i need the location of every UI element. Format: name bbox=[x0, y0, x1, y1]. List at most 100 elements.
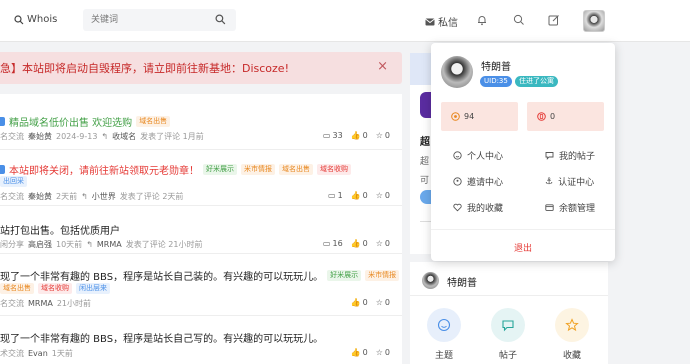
menu-item-verify[interactable]: ⚓ 认证中心 bbox=[545, 175, 595, 189]
post-title[interactable]: 精品域名低价出售 欢迎选购 bbox=[9, 114, 132, 129]
reply-icon: ↰ bbox=[81, 192, 88, 201]
reply-icon: ↰ bbox=[86, 240, 93, 249]
post-title[interactable]: 本站即将关闭，请前往新站领取元老勋章！ bbox=[9, 162, 199, 177]
post-author[interactable]: 高启强 bbox=[28, 239, 52, 250]
tag[interactable]: 域名出售 bbox=[279, 164, 313, 175]
comment-icon: ▭ bbox=[322, 131, 331, 140]
edit-icon[interactable] bbox=[548, 14, 560, 26]
list-item[interactable]: 站打包出售。包括优质用户 闲分享 高启强 10天前 ↰ MRMA 发表了评论 2… bbox=[0, 206, 402, 254]
menu-item-my-posts[interactable]: 我的帖子 bbox=[545, 149, 595, 162]
post-meta: 术交流 Evan 1天前 bbox=[0, 348, 73, 359]
favorite-count[interactable]: ☆ 0 bbox=[376, 348, 390, 357]
tag[interactable]: 米市情报 bbox=[365, 270, 400, 281]
list-item[interactable]: 精品域名低价出售 欢迎选购 域名出售 名交流 秦始黄 2024-9-13 ↰ 收… bbox=[0, 94, 402, 150]
favorite-count[interactable]: ☆ 0 bbox=[376, 191, 390, 200]
close-icon[interactable]: × bbox=[377, 59, 388, 74]
post-title-row: 现了一个非常有趣的 BBS，程序是站长自己写的。有兴趣的可以玩玩儿。 bbox=[0, 330, 323, 345]
private-message-link[interactable]: 私信 bbox=[425, 14, 458, 29]
like-count[interactable]: 👍 0 bbox=[351, 131, 368, 140]
search-icon[interactable] bbox=[215, 14, 226, 25]
post-category[interactable]: 闲分享 bbox=[0, 239, 24, 250]
menu-item-favorites[interactable]: 我的收藏 bbox=[453, 201, 503, 214]
reply-icon: ↰ bbox=[101, 132, 109, 141]
search-input[interactable] bbox=[83, 9, 203, 31]
post-list: 精品域名低价出售 欢迎选购 域名出售 名交流 秦始黄 2024-9-13 ↰ 收… bbox=[0, 94, 402, 364]
favorite-count[interactable]: ☆ 0 bbox=[376, 298, 390, 307]
post-replier[interactable]: 收域名 bbox=[112, 131, 136, 142]
search-box[interactable] bbox=[83, 9, 236, 31]
post-tag-row: 域名出售 域名收购 闲出层来 bbox=[0, 283, 110, 294]
user-card: 特朗普 主题 帖子 收藏 bbox=[410, 262, 608, 364]
menu-label: 我的收藏 bbox=[467, 204, 504, 214]
topics-button[interactable] bbox=[427, 308, 461, 342]
avatar[interactable] bbox=[422, 272, 439, 289]
post-title[interactable]: 站打包出售。包括优质用户 bbox=[0, 222, 120, 237]
post-activity: 发表了评论 2天前 bbox=[119, 192, 184, 201]
post-category[interactable]: 名交流 bbox=[0, 131, 24, 142]
like-count[interactable]: 👍 0 bbox=[351, 191, 368, 200]
comment-count: ▭ 33 bbox=[322, 131, 343, 140]
tag[interactable]: 域名收购 bbox=[38, 283, 72, 294]
post-category[interactable]: 术交流 bbox=[0, 348, 24, 359]
side-text-peek: 可 bbox=[420, 176, 430, 186]
menu-label: 我的帖子 bbox=[559, 152, 596, 162]
tag[interactable]: 闲出层来 bbox=[76, 283, 110, 294]
post-author[interactable]: Evan bbox=[28, 349, 48, 358]
menu-item-profile[interactable]: 个人中心 bbox=[453, 149, 503, 162]
coins-stat[interactable]: 94 bbox=[441, 102, 518, 131]
user-name[interactable]: 特朗普 bbox=[447, 274, 477, 289]
like-count[interactable]: 👍 0 bbox=[351, 239, 368, 248]
post-title-row: 本站即将关闭，请前往新站领取元老勋章！ 好米展示 米市情报 域名出售 域名收购 bbox=[0, 162, 351, 177]
tag[interactable]: 域名收购 bbox=[317, 164, 351, 175]
user-avatar[interactable] bbox=[583, 10, 605, 32]
menu-label: 认证中心 bbox=[558, 178, 595, 188]
post-title[interactable]: 现了一个非常有趣的 BBS，程序是站长自己装的。有兴趣的可以玩玩儿。 bbox=[0, 268, 323, 283]
post-category[interactable]: 名交流 bbox=[0, 191, 24, 202]
menu-item-invite[interactable]: 邀请中心 bbox=[453, 175, 503, 188]
logout-button[interactable]: 退出 bbox=[431, 229, 615, 261]
user-dropdown-menu: 特朗普 UID:35 住进了公寓 94 0 个人中心 我的帖子 邀请中心 ⚓ 认… bbox=[431, 43, 615, 261]
tag[interactable]: 域名出售 bbox=[0, 283, 34, 294]
user-name[interactable]: 特朗普 bbox=[481, 58, 511, 73]
coins-value: 94 bbox=[464, 112, 475, 121]
like-count[interactable]: 👍 0 bbox=[351, 298, 368, 307]
smile-icon bbox=[453, 151, 462, 160]
divider bbox=[410, 295, 608, 296]
whois-link[interactable]: Whois bbox=[14, 14, 57, 25]
tag[interactable]: 好米展示 bbox=[327, 270, 362, 281]
post-author[interactable]: 秦始黄 bbox=[28, 191, 52, 202]
tag[interactable]: 好米展示 bbox=[203, 164, 237, 175]
coin-icon bbox=[451, 112, 460, 121]
points-value: 0 bbox=[550, 112, 556, 121]
post-title[interactable]: 现了一个非常有趣的 BBS，程序是站长自己写的。有兴趣的可以玩玩儿。 bbox=[0, 330, 323, 345]
posts-button[interactable] bbox=[491, 308, 525, 342]
post-category[interactable]: 名交流 bbox=[0, 298, 24, 309]
post-author[interactable]: 秦始黄 bbox=[28, 131, 52, 142]
favorite-count[interactable]: ☆ 0 bbox=[376, 239, 390, 248]
tag[interactable]: 米市情报 bbox=[241, 164, 275, 175]
points-stat[interactable]: 0 bbox=[527, 102, 604, 131]
post-title-row: 站打包出售。包括优质用户 bbox=[0, 222, 120, 237]
list-item[interactable]: 现了一个非常有趣的 BBS，程序是站长自己装的。有兴趣的可以玩玩儿。 好米展示 … bbox=[0, 254, 402, 316]
avatar[interactable] bbox=[441, 56, 473, 88]
bell-icon[interactable] bbox=[476, 14, 488, 26]
list-item[interactable]: 本站即将关闭，请前往新站领取元老勋章！ 好米展示 米市情报 域名出售 域名收购 … bbox=[0, 150, 402, 206]
post-replier[interactable]: MRMA bbox=[97, 240, 122, 249]
menu-item-balance[interactable]: 余额管理 bbox=[545, 201, 595, 214]
mail-icon bbox=[425, 18, 435, 25]
post-replier[interactable]: 小世界 bbox=[92, 191, 116, 202]
like-count[interactable]: 👍 0 bbox=[351, 348, 368, 357]
favorites-button[interactable] bbox=[555, 308, 589, 342]
chat-icon bbox=[545, 152, 554, 160]
tag[interactable]: 出回采 bbox=[0, 176, 27, 187]
site-alert: 急】本站即将启动自毁程序，请立即前往新基地：Discoze! × bbox=[0, 52, 402, 84]
favorites-label: 收藏 bbox=[562, 351, 581, 361]
post-author[interactable]: MRMA bbox=[28, 299, 53, 308]
post-stats: ▭ 33 👍 0 ☆ 0 bbox=[323, 131, 390, 140]
search-icon[interactable] bbox=[513, 14, 525, 26]
post-time: 2天前 bbox=[56, 192, 78, 201]
favorite-count[interactable]: ☆ 0 bbox=[376, 131, 390, 140]
tag[interactable]: 域名出售 bbox=[136, 116, 171, 127]
search-icon bbox=[14, 14, 24, 24]
list-item[interactable]: 现了一个非常有趣的 BBS，程序是站长自己写的。有兴趣的可以玩玩儿。 术交流 E… bbox=[0, 316, 402, 364]
